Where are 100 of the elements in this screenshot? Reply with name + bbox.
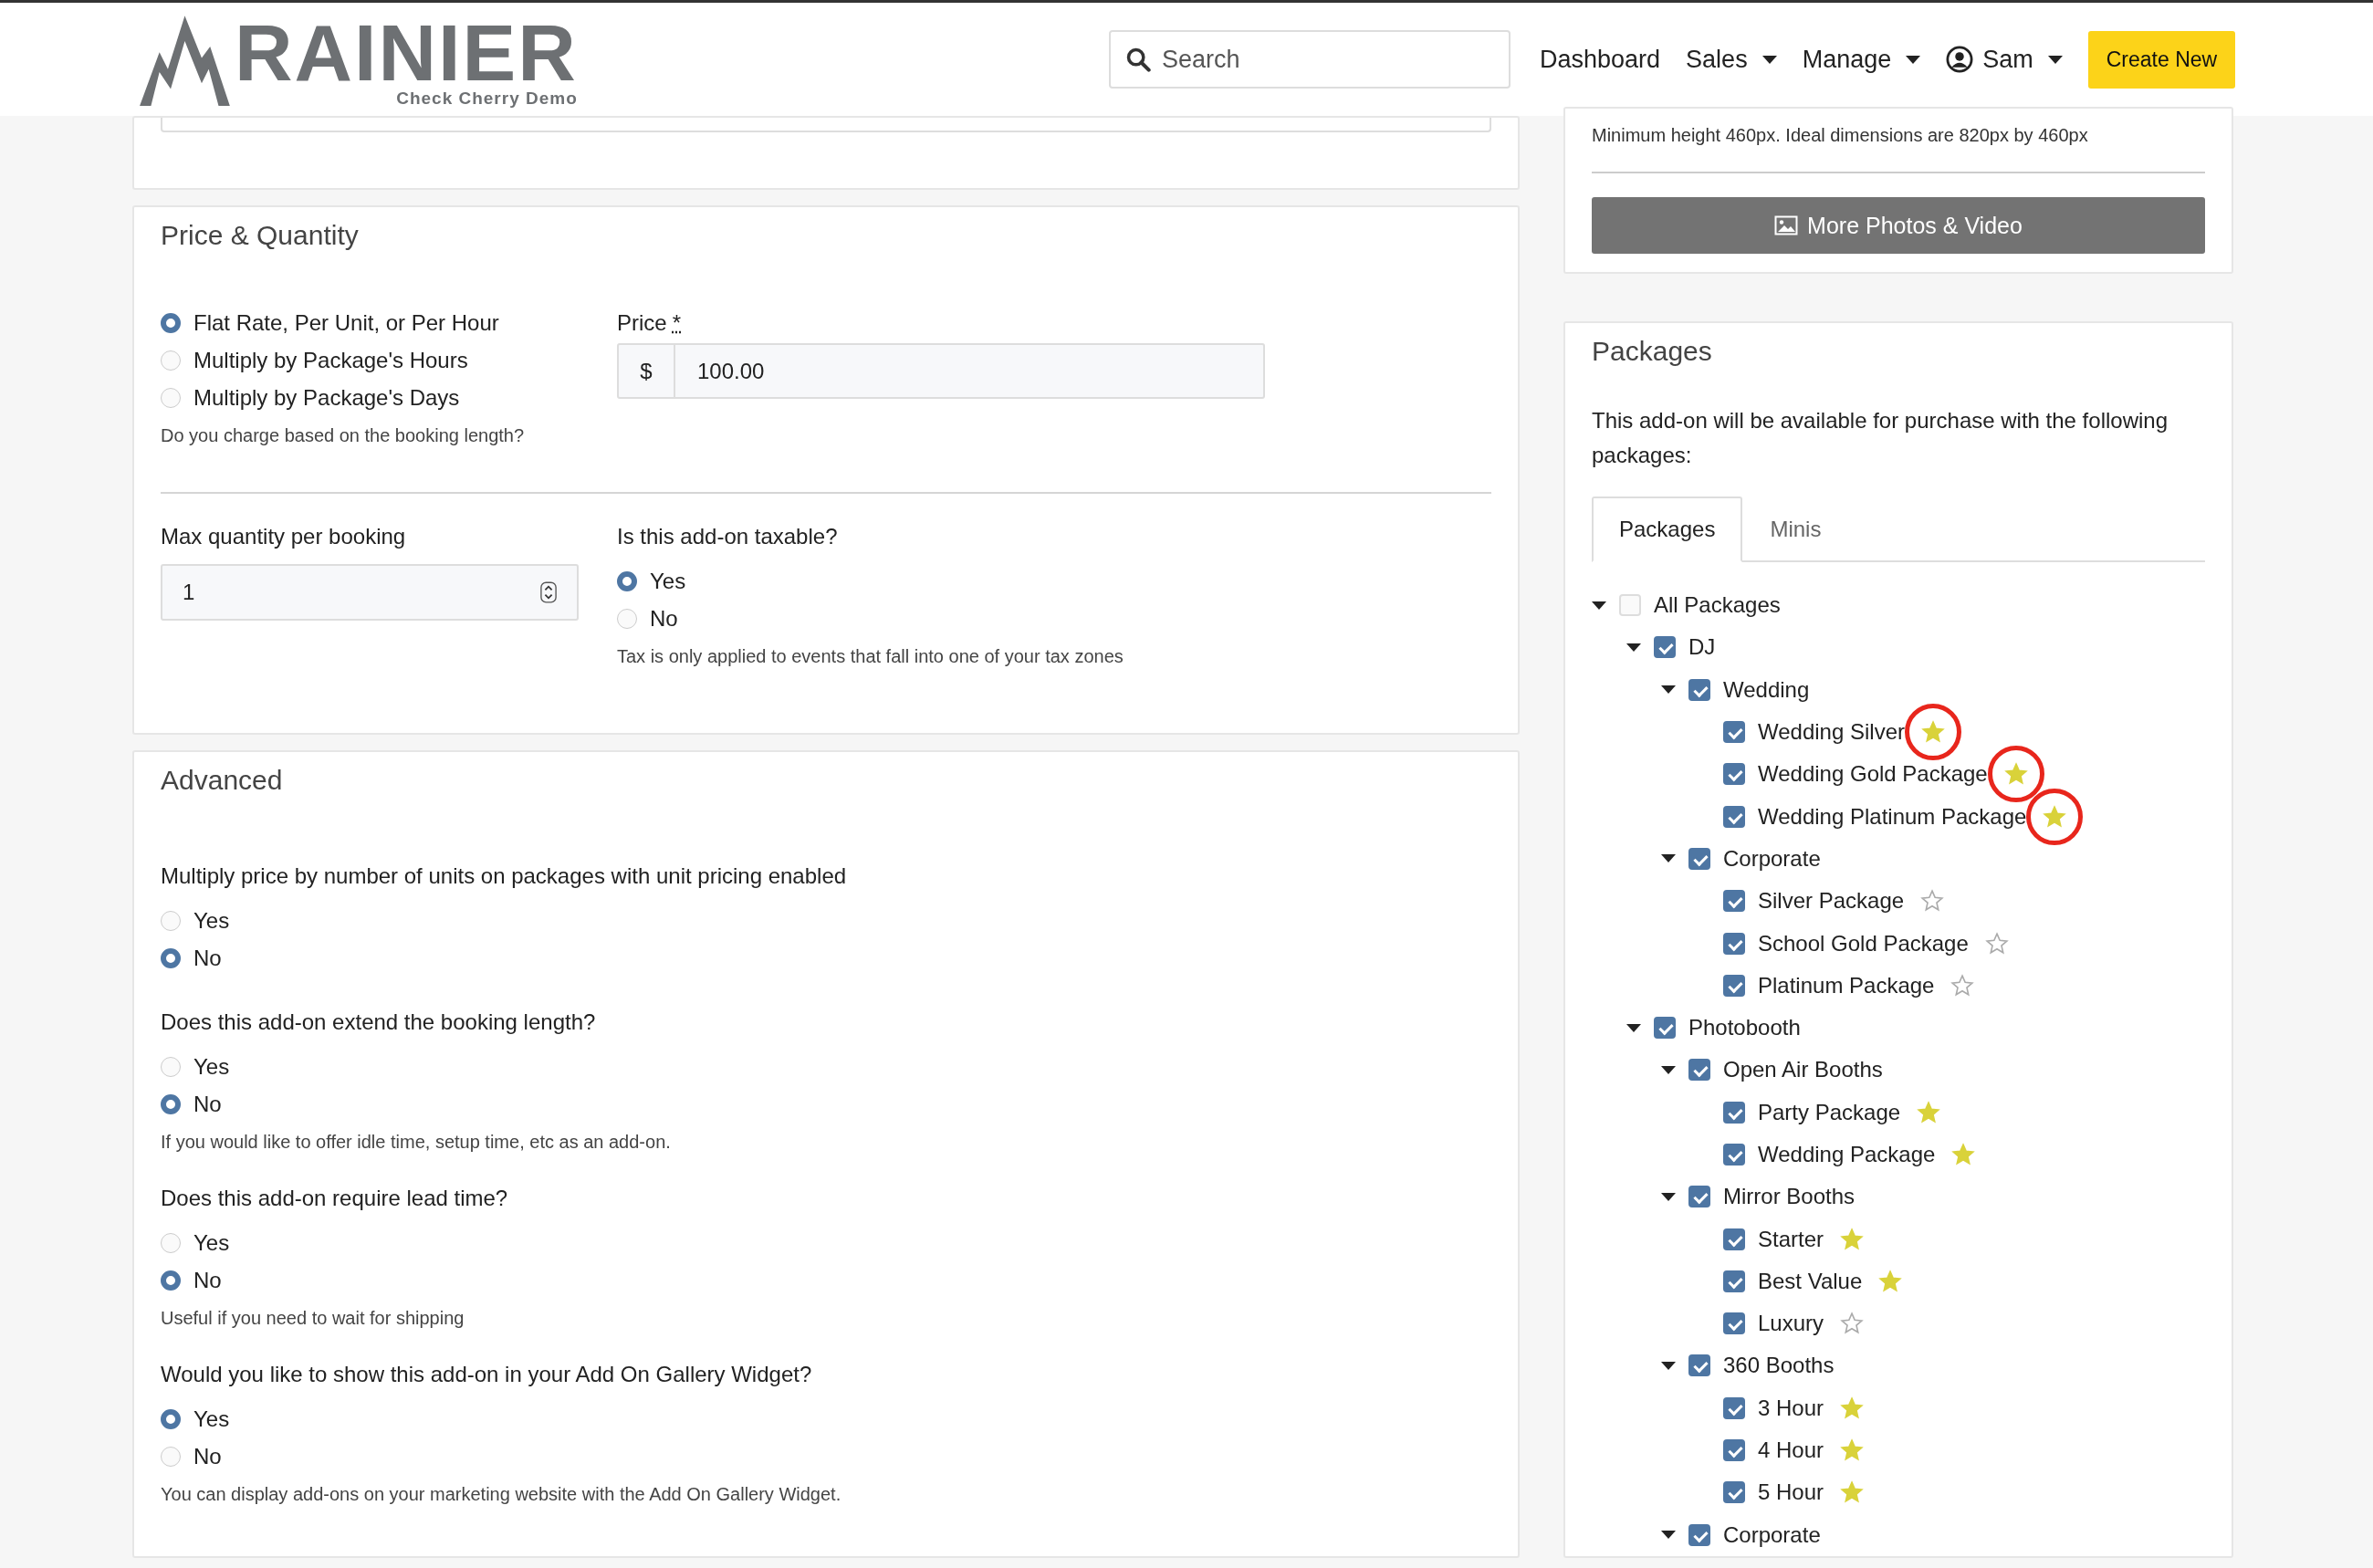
- caret-icon[interactable]: [1661, 1362, 1676, 1370]
- option-label: Yes: [193, 907, 230, 934]
- caret-icon[interactable]: [1661, 854, 1676, 863]
- package-label[interactable]: Wedding Silver: [1758, 719, 1905, 746]
- package-label[interactable]: 3 Hour: [1758, 1395, 1824, 1421]
- package-label[interactable]: Open Air Booths: [1723, 1057, 1883, 1083]
- help-text: Minimum height 460px. Ideal dimensions are 820px by 460px: [1592, 125, 2089, 146]
- nav-link[interactable]: Manage: [1802, 45, 1921, 74]
- checkbox[interactable]: [1723, 805, 1745, 828]
- stepper-icon[interactable]: [540, 580, 557, 604]
- package-label[interactable]: Corporate: [1723, 845, 1821, 872]
- package-label[interactable]: Corporate: [1723, 1521, 1821, 1548]
- user-icon: [1946, 46, 1974, 73]
- package-label[interactable]: 4 Hour: [1758, 1437, 1824, 1464]
- star-icon[interactable]: [1984, 931, 2009, 956]
- checkbox[interactable]: [1723, 1144, 1745, 1166]
- currency-prefix: $: [619, 345, 675, 397]
- quantity-field[interactable]: 1: [161, 564, 579, 621]
- caret-icon[interactable]: [1661, 1531, 1676, 1540]
- package-label[interactable]: Starter: [1758, 1226, 1824, 1252]
- price-field[interactable]: $ 100.00: [617, 343, 1265, 399]
- checkbox[interactable]: [1688, 678, 1710, 701]
- tab[interactable]: Minis: [1742, 497, 1849, 562]
- star-icon[interactable]: [1840, 1396, 1865, 1420]
- field-label: Is this add-on taxable?: [617, 522, 839, 550]
- checkbox[interactable]: [1723, 932, 1745, 955]
- create-new-button[interactable]: Create New: [2087, 30, 2236, 89]
- radio-button[interactable]: [161, 1093, 181, 1114]
- more-photos-button[interactable]: More Photos & Video: [1592, 197, 2205, 254]
- star-icon[interactable]: [1878, 1269, 1903, 1293]
- star-icon[interactable]: [1951, 1143, 1976, 1166]
- help-text: Do you charge based on the booking length?: [161, 425, 526, 446]
- checkbox[interactable]: [1723, 890, 1745, 913]
- package-label[interactable]: Best Value: [1758, 1268, 1863, 1294]
- checkbox[interactable]: [1688, 847, 1710, 870]
- radio-button[interactable]: [161, 1270, 181, 1291]
- package-label[interactable]: Party Package: [1758, 1099, 1901, 1125]
- checkbox[interactable]: [1723, 763, 1745, 786]
- caret-icon[interactable]: [1661, 685, 1676, 695]
- checkbox[interactable]: [1723, 1270, 1745, 1292]
- star-icon[interactable]: [2043, 804, 2067, 829]
- field-label: Price: [617, 309, 667, 336]
- star-icon[interactable]: [1917, 1100, 1941, 1124]
- checkbox[interactable]: [1723, 721, 1745, 744]
- package-label[interactable]: DJ: [1688, 634, 1716, 661]
- star-icon[interactable]: [1840, 1227, 1865, 1251]
- tab[interactable]: Packages: [1592, 497, 1743, 562]
- checkbox[interactable]: [1723, 1396, 1745, 1419]
- nav-link[interactable]: Sales: [1686, 45, 1777, 74]
- caret-icon[interactable]: [1661, 1192, 1676, 1201]
- package-label[interactable]: Mirror Booths: [1723, 1184, 1856, 1210]
- checkbox[interactable]: [1654, 1017, 1676, 1040]
- radio-button[interactable]: [617, 570, 637, 591]
- package-label[interactable]: Luxury: [1758, 1311, 1824, 1337]
- radio-button[interactable]: [161, 947, 181, 968]
- required-mark: *: [672, 309, 682, 336]
- checkbox[interactable]: [1688, 1354, 1710, 1377]
- radio-button[interactable]: [161, 1408, 181, 1429]
- checkbox[interactable]: [1688, 1186, 1710, 1208]
- checkbox[interactable]: [1723, 974, 1745, 997]
- package-label[interactable]: All Packages: [1654, 592, 1781, 619]
- caret-icon[interactable]: [1592, 601, 1606, 610]
- checkbox[interactable]: [1654, 636, 1676, 659]
- question-label: Does this add-on require lead time?: [161, 1186, 509, 1211]
- checkbox[interactable]: [1723, 1312, 1745, 1335]
- package-label[interactable]: 5 Hour: [1758, 1479, 1824, 1506]
- checkbox[interactable]: [1723, 1228, 1745, 1250]
- nav-link[interactable]: Sam: [1946, 45, 2063, 74]
- package-label[interactable]: Wedding Package: [1758, 1142, 1936, 1167]
- package-label[interactable]: Platinum Package: [1758, 972, 1935, 998]
- checkbox[interactable]: [1723, 1439, 1745, 1462]
- checkbox[interactable]: [1723, 1481, 1745, 1504]
- package-label[interactable]: School Gold Package: [1758, 930, 1969, 956]
- radio-button[interactable]: [161, 312, 181, 333]
- question-label: Multiply price by number of units on packages with unit pricing enabled: [161, 863, 848, 889]
- star-icon[interactable]: [1950, 973, 1975, 998]
- image-icon: [1774, 215, 1799, 235]
- star-icon[interactable]: [1920, 889, 1945, 914]
- search-field[interactable]: Search: [1109, 30, 1511, 89]
- checkbox[interactable]: [1723, 1101, 1745, 1124]
- star-icon[interactable]: [1840, 1438, 1865, 1463]
- star-icon[interactable]: [2003, 762, 2028, 787]
- star-icon[interactable]: [1840, 1312, 1865, 1336]
- package-label[interactable]: Wedding: [1723, 676, 1810, 703]
- package-label[interactable]: Photobooth: [1688, 1015, 1801, 1041]
- checkbox[interactable]: [1688, 1059, 1710, 1082]
- package-label[interactable]: 360 Booths: [1723, 1353, 1835, 1379]
- option-label: Yes: [193, 1406, 230, 1432]
- star-icon[interactable]: [1920, 720, 1945, 745]
- option-label: No: [193, 1267, 222, 1293]
- star-icon[interactable]: [1840, 1480, 1865, 1505]
- caret-icon[interactable]: [1661, 1065, 1676, 1074]
- package-label[interactable]: Silver Package: [1758, 888, 1905, 915]
- caret-icon[interactable]: [1626, 1023, 1641, 1032]
- caret-icon[interactable]: [1626, 643, 1641, 652]
- package-label[interactable]: Wedding Platinum Package: [1758, 803, 2027, 830]
- nav-link[interactable]: Dashboard: [1540, 45, 1661, 74]
- section-title: Packages: [1592, 336, 1713, 367]
- checkbox[interactable]: [1688, 1523, 1710, 1546]
- package-label[interactable]: Wedding Gold Package: [1758, 761, 1988, 788]
